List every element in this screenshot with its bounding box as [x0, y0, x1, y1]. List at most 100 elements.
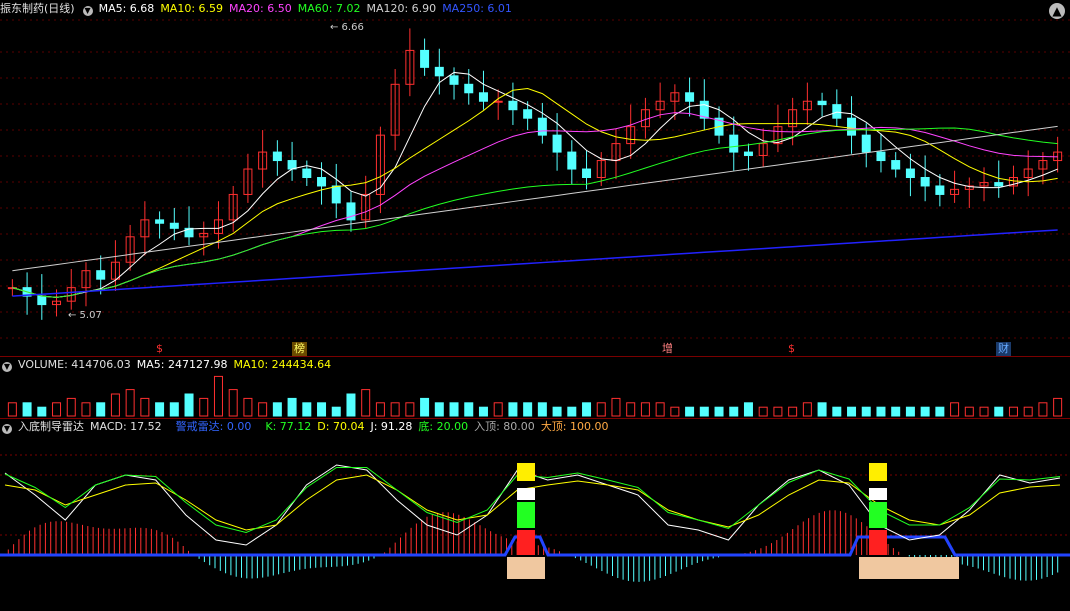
volume-bar: [272, 402, 282, 417]
volume-bar: [1038, 402, 1048, 417]
volume-bar: [773, 406, 783, 417]
ma-line-20: [12, 112, 1058, 298]
candle-body: [287, 160, 297, 170]
volume-bar: [832, 406, 842, 417]
volume-bar: [420, 397, 430, 417]
candle-body: [523, 109, 533, 119]
volume-bar: [81, 402, 91, 417]
volume-bar: [979, 406, 989, 417]
volume-bar: [920, 406, 930, 417]
volume-bar: [243, 397, 253, 417]
signal-green-block: [517, 502, 535, 528]
signal-green-block: [869, 502, 887, 528]
high-price-label: ← 6.66: [330, 22, 364, 33]
volume-bar: [346, 393, 356, 417]
volume-bar: [52, 402, 62, 417]
volume-bar: [552, 406, 562, 417]
volume-bar: [317, 402, 327, 417]
volume-bar: [582, 402, 592, 417]
volume-bar: [375, 402, 385, 417]
candle-body: [685, 92, 695, 102]
candle-body: [272, 151, 282, 162]
volume-bar: [714, 406, 724, 417]
candle-body: [155, 219, 165, 224]
volume-bar: [817, 402, 827, 417]
low-price-label: ← 5.07: [68, 310, 102, 321]
volume-bar: [655, 402, 665, 417]
volume-bar: [434, 402, 444, 417]
volume-bar: [758, 406, 768, 417]
volume-bar: [950, 402, 960, 417]
volume-bar: [729, 406, 739, 417]
volume-bar: [567, 406, 577, 417]
volume-bar: [464, 402, 474, 417]
candle-body: [699, 100, 709, 119]
candle-body: [567, 151, 577, 170]
bottom-zone-block: [859, 557, 959, 579]
volume-bar: [964, 406, 974, 417]
volume-bar: [37, 406, 47, 417]
volume-bar: [743, 402, 753, 417]
volume-bar: [125, 389, 135, 417]
bottom-zone-block: [507, 557, 545, 579]
signal-red-block: [869, 530, 887, 555]
candle-body: [935, 185, 945, 195]
ma120-line: [12, 125, 1058, 272]
volume-bar: [861, 406, 871, 417]
candle-body: [552, 134, 562, 153]
volume-bar: [699, 406, 709, 417]
candle-body: [96, 270, 106, 280]
volume-bar: [640, 402, 650, 417]
volume-bar: [331, 406, 341, 417]
signal-white-block: [869, 488, 887, 500]
candle-body: [449, 75, 459, 85]
volume-bar: [537, 402, 547, 417]
candle-body: [331, 185, 341, 204]
volume-bar: [994, 406, 1004, 417]
candle-body: [743, 151, 753, 156]
volume-bar: [405, 402, 415, 417]
chart-canvas: ← 6.66 ← 5.07: [0, 19, 1070, 582]
volume-bar: [626, 402, 636, 417]
candle-body: [434, 66, 444, 77]
candle-body: [464, 83, 474, 94]
volume-bar: [788, 406, 798, 417]
candle-body: [891, 160, 901, 170]
volume-bar: [287, 397, 297, 417]
volume-bar: [1008, 406, 1018, 417]
ma-line-10: [12, 88, 1058, 298]
signal-top-block: [869, 463, 887, 481]
ma-line-40: [12, 127, 1058, 298]
volume-bar: [361, 389, 371, 417]
volume-bar: [596, 402, 606, 417]
candle-body: [169, 222, 179, 229]
candle-body: [537, 117, 547, 136]
candle-body: [478, 92, 488, 102]
volume-bar: [670, 406, 680, 417]
volume-bar: [802, 402, 812, 417]
volume-bar: [169, 402, 179, 417]
volume-bar: [184, 393, 194, 417]
volume-bar: [390, 402, 400, 417]
volume-bar: [7, 402, 17, 417]
candle-body: [817, 100, 827, 106]
volume-bar: [685, 406, 695, 417]
volume-bar: [611, 397, 621, 417]
volume-bar: [213, 375, 223, 417]
volume-bar: [935, 406, 945, 417]
volume-bar: [96, 402, 106, 417]
volume-bar: [523, 402, 533, 417]
candle-body: [994, 182, 1004, 187]
candle-body: [37, 295, 47, 306]
candle-body: [876, 151, 886, 162]
volume-bar: [449, 402, 459, 417]
volume-bar: [905, 406, 915, 417]
volume-bar: [891, 406, 901, 417]
candle-body: [582, 168, 592, 178]
volume-bar: [199, 397, 209, 417]
volume-bar: [508, 402, 518, 417]
candle-body: [905, 168, 915, 178]
volume-bar: [258, 402, 268, 417]
signal-top-block: [517, 463, 535, 481]
candle-body: [832, 104, 842, 119]
